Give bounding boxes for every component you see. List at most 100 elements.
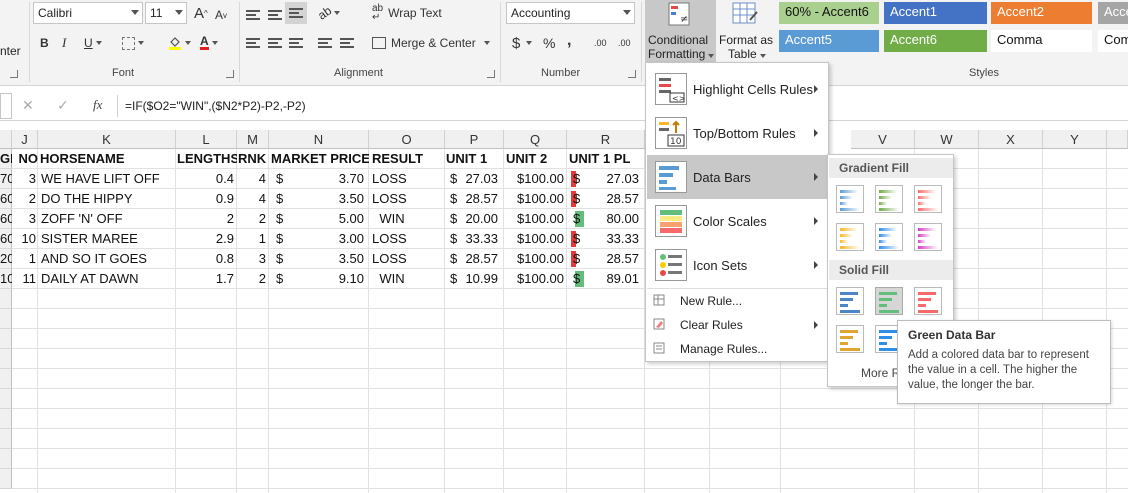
wrap-text-button[interactable]: ab ↵ Wrap Text [372, 2, 442, 24]
header-cell-lengths[interactable]: LENGTHS [177, 149, 237, 169]
cell-market-price[interactable]: 3.50 [300, 249, 364, 269]
cell-lengths[interactable]: 2 [176, 209, 234, 229]
cell-unit2[interactable]: $100.00 [506, 269, 564, 289]
cell-unit1-pl[interactable]: 28.57 [592, 249, 639, 269]
cell-rnk[interactable]: 4 [237, 169, 266, 189]
cell-style-acce[interactable]: Acce [1098, 2, 1128, 24]
decrease-decimal-button[interactable]: .00 [618, 32, 631, 54]
cell-style-comma[interactable]: Comma [991, 30, 1092, 52]
cell-horsename[interactable]: WE HAVE LIFT OFF [41, 169, 175, 189]
cell-horsename[interactable]: AND SO IT GOES [41, 249, 175, 269]
cell-price-currency[interactable]: $ [276, 169, 288, 189]
font-size-combo[interactable]: 11 [145, 2, 187, 24]
font-name-combo[interactable]: Calibri [33, 2, 143, 24]
cell-result[interactable]: WIN [372, 269, 412, 289]
row-header[interactable] [0, 449, 12, 469]
top-align-button[interactable] [246, 4, 260, 26]
cell-style-accent6[interactable]: Accent6 [884, 30, 987, 52]
formula-input[interactable]: =IF($O2="WIN",($N2*P2)-P2,-P2) [125, 99, 306, 113]
align-right-button[interactable] [289, 32, 303, 54]
cell-result[interactable]: LOSS [372, 229, 442, 249]
cf-menu-item-top-bottom-rules[interactable]: 10 Top/Bottom Rules [647, 111, 828, 155]
cell-unit1[interactable]: 10.99 [458, 269, 498, 289]
header-cell-rnk[interactable]: RNK [238, 149, 269, 169]
row-header[interactable] [0, 289, 12, 309]
row-header[interactable] [0, 389, 12, 409]
row-header[interactable] [0, 469, 12, 489]
cell-rnk[interactable]: 2 [237, 269, 266, 289]
number-format-combo[interactable]: Accounting [506, 2, 635, 24]
cell-unit2[interactable]: $100.00 [506, 229, 564, 249]
cell-result[interactable]: LOSS [372, 169, 442, 189]
cell-market-price[interactable]: 3.70 [300, 169, 364, 189]
cell-ge[interactable]: 60 [0, 189, 12, 209]
cell-lengths[interactable]: 1.7 [176, 269, 234, 289]
header-cell-unit-2[interactable]: UNIT 2 [506, 149, 567, 169]
cell-market-price[interactable]: 5.00 [300, 209, 364, 229]
cell-style-accent2[interactable]: Accent2 [991, 2, 1092, 24]
header-cell-market-price[interactable]: MARKET PRICE [271, 149, 369, 169]
cell-ge[interactable]: 70 [0, 169, 12, 189]
cell-no[interactable]: 11 [12, 269, 37, 289]
cf-menu-item-color-scales[interactable]: Color Scales [647, 199, 828, 243]
select-all-corner[interactable] [0, 130, 12, 149]
gradient-data-bar-option-5[interactable] [914, 223, 942, 251]
cell-result[interactable]: LOSS [372, 189, 442, 209]
cell-pl-currency[interactable]: $ [573, 249, 585, 269]
cell-unit1[interactable]: 20.00 [458, 209, 498, 229]
column-header-v[interactable]: V [851, 130, 915, 149]
solid-data-bar-option-0[interactable] [836, 287, 864, 315]
enter-icon[interactable]: ✓ [57, 97, 69, 114]
cell-horsename[interactable]: ZOFF 'N' OFF [41, 209, 175, 229]
cell-market-price[interactable]: 3.50 [300, 189, 364, 209]
row-header[interactable] [0, 429, 12, 449]
cf-menu-item-clear-rules[interactable]: Clear Rules [647, 313, 828, 337]
orientation-button[interactable]: ab [315, 2, 341, 24]
gradient-data-bar-option-0[interactable] [836, 185, 864, 213]
cell-price-currency[interactable]: $ [276, 229, 288, 249]
cell-rnk[interactable]: 2 [237, 209, 266, 229]
cell-horsename[interactable]: DO THE HIPPY [41, 189, 175, 209]
grow-font-button[interactable]: A ^ [194, 2, 208, 24]
header-cell-no[interactable]: NO [12, 149, 39, 169]
bottom-align-button[interactable] [285, 2, 307, 24]
column-header-x[interactable]: X [979, 130, 1043, 149]
cell-horsename[interactable]: SISTER MAREE [41, 229, 175, 249]
cell-price-currency[interactable]: $ [276, 189, 288, 209]
cell-pl-currency[interactable]: $ [573, 169, 585, 189]
name-box[interactable] [0, 93, 12, 119]
increase-indent-button[interactable] [340, 32, 354, 54]
header-cell-ge[interactable]: GE [0, 149, 12, 169]
shrink-font-button[interactable]: Av [215, 4, 227, 26]
cell-ge[interactable]: 60 [0, 229, 12, 249]
cell-no[interactable]: 1 [12, 249, 36, 269]
alignment-launcher-icon[interactable] [487, 70, 495, 78]
underline-button[interactable]: U [84, 32, 102, 54]
cell-lengths[interactable]: 0.9 [176, 189, 234, 209]
cell-market-price[interactable]: 9.10 [300, 269, 364, 289]
borders-button[interactable] [122, 32, 144, 54]
worksheet-grid[interactable]: JKLMNOPQRVWXYGENOHORSENAMELENGTHSRNKMARK… [0, 130, 1128, 493]
gradient-data-bar-option-1[interactable] [875, 185, 903, 213]
cell-unit2[interactable]: $100.00 [506, 209, 564, 229]
decrease-indent-button[interactable] [318, 32, 332, 54]
column-header-r[interactable]: R [567, 130, 645, 149]
column-header-o[interactable]: O [369, 130, 445, 149]
cf-menu-item-icon-sets[interactable]: Icon Sets [647, 243, 828, 287]
cell-style-accent1[interactable]: Accent1 [884, 2, 987, 24]
row-header[interactable] [0, 349, 12, 369]
column-header-q[interactable]: Q [504, 130, 567, 149]
cell-rnk[interactable]: 1 [237, 229, 266, 249]
cell-rnk[interactable]: 4 [237, 189, 266, 209]
clipboard-launcher-icon[interactable] [10, 70, 18, 78]
header-cell-result[interactable]: RESULT [372, 149, 445, 169]
cell-unit1-pl[interactable]: 27.03 [592, 169, 639, 189]
cell-style-60-accent6[interactable]: 60% - Accent6 [779, 2, 879, 24]
cell-unit1-pl[interactable]: 80.00 [592, 209, 639, 229]
cf-menu-item-data-bars[interactable]: Data Bars [647, 155, 828, 199]
solid-data-bar-option-3[interactable] [836, 325, 864, 353]
cell-price-currency[interactable]: $ [276, 269, 288, 289]
bold-button[interactable]: B [40, 32, 49, 54]
align-left-button[interactable] [246, 32, 260, 54]
row-header[interactable] [0, 409, 12, 429]
